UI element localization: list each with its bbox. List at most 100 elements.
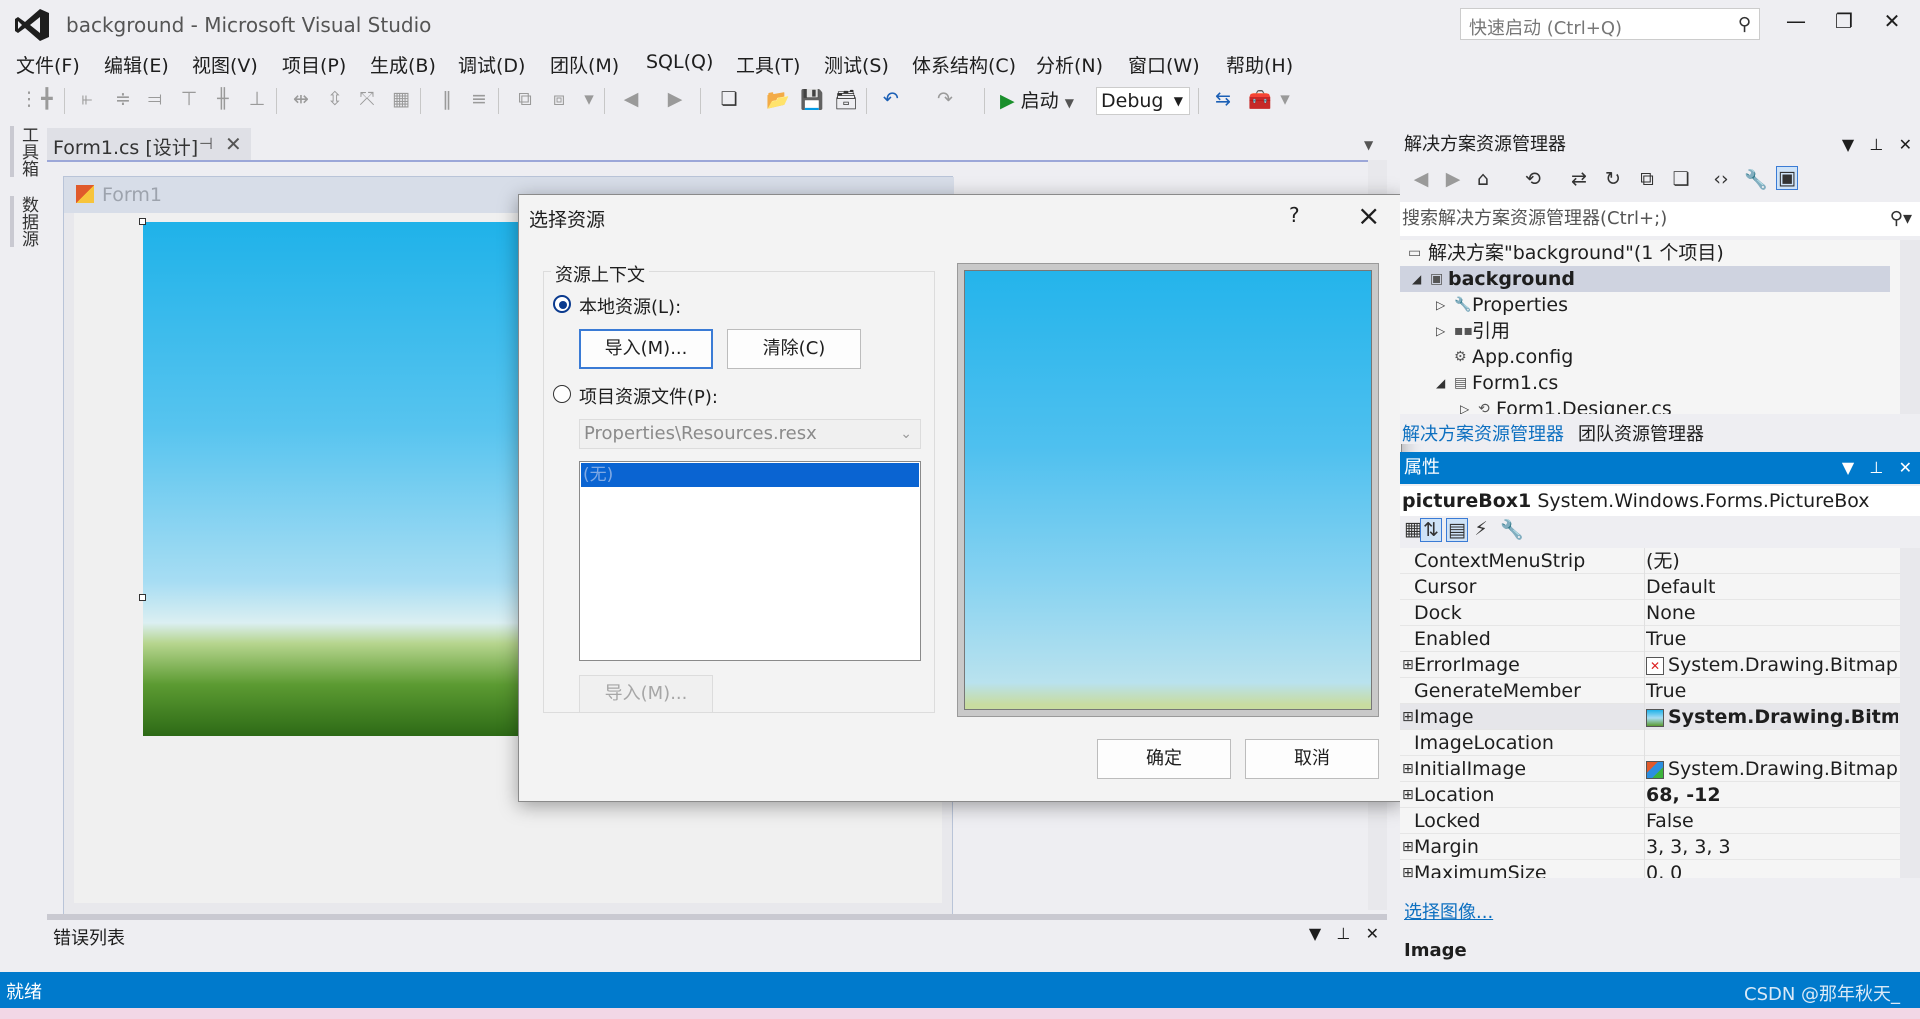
same-height-icon[interactable]: ⇳ (324, 88, 346, 112)
align-center-icon[interactable]: ≑ (112, 88, 134, 112)
column-divider[interactable] (1644, 548, 1645, 878)
tree-item-form1-designer[interactable]: ▷ ⟲ Form1.Designer.cs (1400, 396, 1890, 414)
menu-build[interactable]: 生成(B) (370, 51, 436, 78)
property-scrollbar[interactable] (1900, 548, 1920, 878)
expand-icon[interactable]: ⊞ (1402, 756, 1414, 782)
align-bottom-icon[interactable]: ⊥ (246, 88, 268, 112)
home-icon[interactable]: ⌂ (1472, 168, 1494, 192)
object-selector[interactable]: pictureBox1 System.Windows.Forms.Picture… (1400, 486, 1920, 516)
tab-team-explorer[interactable]: 团队资源管理器 (1578, 420, 1704, 446)
expand-icon[interactable]: ⊞ (1402, 652, 1414, 678)
menu-tools[interactable]: 工具(T) (736, 51, 800, 78)
menu-debug[interactable]: 调试(D) (458, 51, 525, 78)
toolbar-overflow-icon[interactable]: ▾ (1274, 88, 1296, 112)
size-to-grid-icon[interactable]: ▦ (390, 88, 412, 112)
collapse-all-icon[interactable]: ⧉ (1636, 168, 1658, 192)
start-debugging-button[interactable]: ▶ 启动 ▼ (1000, 86, 1074, 116)
menu-architecture[interactable]: 体系结构(C) (912, 51, 1016, 78)
property-row[interactable]: ⊞ MaximumSize 0, 0 (1400, 860, 1900, 878)
menu-test[interactable]: 测试(S) (824, 51, 889, 78)
expand-icon[interactable]: ⊞ (1402, 834, 1414, 860)
redo-icon[interactable]: ↷ (934, 88, 956, 112)
help-button[interactable]: ? (1289, 203, 1300, 227)
align-top-icon[interactable]: ⊤ (178, 88, 200, 112)
events-icon[interactable]: ⚡ (1470, 518, 1492, 542)
navigate-back-icon[interactable]: ◀ (620, 88, 642, 112)
send-to-back-icon[interactable]: ⧈ (548, 88, 570, 112)
expanded-icon[interactable]: ◢ (1412, 266, 1421, 292)
tree-item-form1[interactable]: ◢ ▤ Form1.cs (1400, 370, 1890, 396)
project-resource-radio[interactable] (553, 385, 571, 403)
menu-project[interactable]: 项目(P) (282, 51, 346, 78)
menu-file[interactable]: 文件(F) (16, 51, 80, 78)
tree-item-app-config[interactable]: ⚙ App.config (1400, 344, 1890, 370)
cancel-button[interactable]: 取消 (1245, 739, 1379, 779)
properties-wrench-icon[interactable]: 🔧 (1744, 168, 1768, 192)
tab-overflow-icon[interactable]: ▼ (1364, 138, 1373, 152)
expand-icon[interactable]: ⊞ (1402, 782, 1414, 808)
clear-button[interactable]: 清除(C) (727, 329, 861, 369)
undo-icon[interactable]: ↶ (880, 88, 902, 112)
show-all-files-icon[interactable]: ❏ (1670, 168, 1692, 192)
property-row[interactable]: Locked False (1400, 808, 1900, 834)
expanded-icon[interactable]: ◢ (1436, 370, 1445, 396)
property-row[interactable]: Dock None (1400, 600, 1900, 626)
property-row[interactable]: Cursor Default (1400, 574, 1900, 600)
solution-scrollbar[interactable] (1900, 240, 1920, 414)
menu-help[interactable]: 帮助(H) (1226, 51, 1293, 78)
align-middle-icon[interactable]: ╫ (212, 88, 234, 112)
forward-icon[interactable]: ▶ (1442, 168, 1464, 192)
close-icon[interactable]: ✕ (1899, 135, 1912, 154)
tree-item-properties[interactable]: ▷ 🔧 Properties (1400, 292, 1890, 318)
same-size-icon[interactable]: ⤧ (356, 88, 378, 112)
resize-handle[interactable] (139, 218, 146, 225)
menu-edit[interactable]: 编辑(E) (104, 51, 169, 78)
pin-icon[interactable]: ⊥ (1869, 135, 1883, 154)
property-row[interactable]: ⊞ Location 68, -12 (1400, 782, 1900, 808)
align-grid-icon[interactable]: ╋ (36, 88, 58, 112)
alphabetical-icon[interactable]: ⇅ (1420, 518, 1442, 542)
minimize-button[interactable]: — (1776, 6, 1816, 36)
import-button[interactable]: 导入(M)... (579, 329, 713, 369)
menu-team[interactable]: 团队(M) (550, 51, 619, 78)
same-width-icon[interactable]: ⇹ (290, 88, 312, 112)
close-icon[interactable]: ✕ (225, 132, 242, 156)
collapsed-icon[interactable]: ▷ (1436, 318, 1445, 344)
save-all-icon[interactable]: 🗃 (834, 88, 858, 112)
choose-image-link[interactable]: 选择图像... (1404, 898, 1493, 924)
restore-button[interactable]: ❐ (1824, 6, 1864, 36)
tree-item-project[interactable]: ◢ ▣ background (1400, 266, 1890, 292)
align-right-icon[interactable]: ⫤ (144, 88, 166, 112)
history-icon[interactable]: ⟲ (1522, 168, 1544, 192)
align-left-icon[interactable]: ⫦ (76, 88, 98, 112)
vertical-spacing-icon[interactable]: ≡ (468, 88, 490, 112)
tab-form1-designer[interactable]: Form1.cs [设计] ⊣ ✕ (47, 128, 251, 160)
import-project-button[interactable]: 导入(M)... (579, 675, 713, 713)
chevron-down-icon[interactable]: ▼ (1309, 924, 1321, 943)
resource-file-select[interactable]: Properties\Resources.resx ⌄ (579, 419, 921, 449)
data-sources-tab[interactable]: 数据源 (10, 196, 41, 247)
property-row[interactable]: ContextMenuStrip (无) (1400, 548, 1900, 574)
refresh-icon[interactable]: ↻ (1602, 168, 1624, 192)
chevron-down-icon[interactable]: ▼ (1842, 135, 1854, 154)
attach-icon[interactable]: ⇆ (1212, 88, 1234, 112)
resource-list[interactable]: (无) (579, 461, 921, 661)
back-icon[interactable]: ◀ (1410, 168, 1432, 192)
list-item[interactable]: (无) (581, 463, 919, 487)
quick-launch-input[interactable]: 快速启动 (Ctrl+Q) ⚲ (1460, 8, 1760, 40)
property-row[interactable]: Enabled True (1400, 626, 1900, 652)
view-code-icon[interactable]: ‹› (1710, 168, 1732, 192)
picture-box[interactable] (139, 218, 523, 736)
horizontal-spacing-icon[interactable]: ‖ (436, 88, 458, 112)
pin-icon[interactable]: ⊣ (199, 134, 213, 153)
close-icon[interactable]: ✕ (1366, 924, 1379, 943)
collapsed-icon[interactable]: ▷ (1460, 396, 1469, 414)
property-row[interactable]: GenerateMember True (1400, 678, 1900, 704)
menu-window[interactable]: 窗口(W) (1128, 51, 1200, 78)
toolbar-overflow-icon[interactable]: ▾ (578, 88, 600, 112)
toolbox-icon[interactable]: 🧰 (1248, 88, 1272, 112)
close-icon[interactable]: ✕ (1899, 458, 1912, 477)
sync-icon[interactable]: ⇄ (1568, 168, 1590, 192)
property-row[interactable]: ⊞ Image System.Drawing.Bitmap (1400, 704, 1900, 730)
property-row[interactable]: ⊞ ErrorImage ✕ System.Drawing.Bitmap (1400, 652, 1900, 678)
